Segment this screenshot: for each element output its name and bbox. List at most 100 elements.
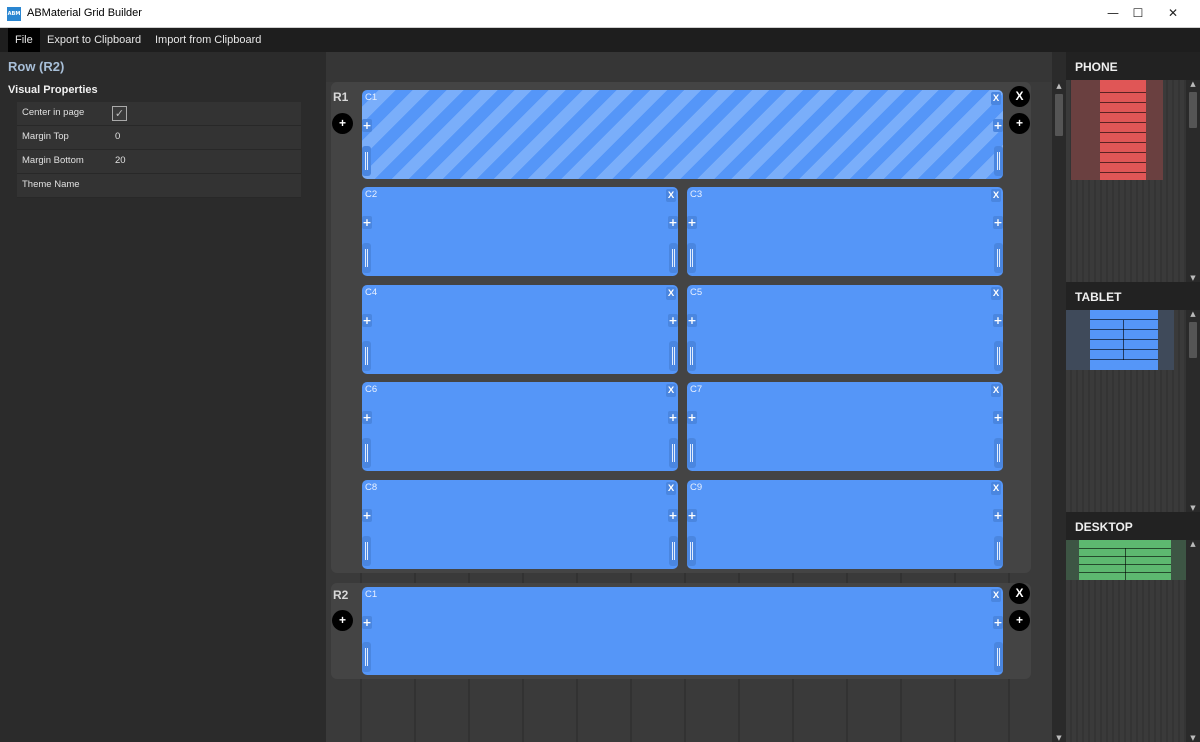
resize-handle-left[interactable]	[687, 341, 696, 371]
remove-column-button[interactable]: X	[991, 189, 1001, 202]
resize-handle-right[interactable]	[994, 536, 1003, 566]
add-right-button[interactable]: +	[993, 314, 1003, 327]
resize-handle-left[interactable]	[687, 243, 696, 273]
menu-import-clipboard[interactable]: Import from Clipboard	[148, 28, 268, 52]
phone-scrollbar[interactable]: ▲ ▼	[1186, 80, 1200, 282]
menu-export-clipboard[interactable]: Export to Clipboard	[40, 28, 148, 52]
center-in-page-checkbox[interactable]: ✓	[112, 106, 127, 121]
resize-handle-right[interactable]	[669, 536, 678, 566]
resize-handle-right[interactable]	[669, 341, 678, 371]
add-left-button[interactable]: +	[687, 411, 697, 424]
column-r1-c9[interactable]: C9 X + +	[687, 480, 1003, 569]
menu-file[interactable]: File	[8, 28, 40, 52]
phone-preview	[1066, 80, 1186, 282]
column-label: C3	[690, 189, 703, 200]
column-r1-c4[interactable]: C4 X + +	[362, 285, 678, 374]
resize-handle-right[interactable]	[994, 243, 1003, 273]
column-r2-c1[interactable]: C1 X + +	[362, 587, 1003, 675]
scroll-down-icon[interactable]: ▼	[1186, 504, 1200, 512]
add-right-button[interactable]: +	[668, 509, 678, 522]
column-r1-c5[interactable]: C5 X + +	[687, 285, 1003, 374]
resize-handle-left[interactable]	[687, 536, 696, 566]
add-left-button[interactable]: +	[362, 119, 372, 132]
add-left-button[interactable]: +	[687, 216, 697, 229]
remove-column-button[interactable]: X	[666, 189, 676, 202]
add-right-button[interactable]: +	[668, 314, 678, 327]
add-left-button[interactable]: +	[362, 314, 372, 327]
resize-handle-left[interactable]	[362, 438, 371, 468]
scroll-thumb[interactable]	[1189, 92, 1197, 128]
desktop-preview-grid	[1079, 540, 1171, 580]
resize-handle-left[interactable]	[687, 438, 696, 468]
remove-column-button[interactable]: X	[666, 482, 676, 495]
resize-handle-left[interactable]	[362, 341, 371, 371]
add-right-button[interactable]: +	[668, 411, 678, 424]
add-left-button[interactable]: +	[362, 509, 372, 522]
resize-handle-right[interactable]	[994, 438, 1003, 468]
add-row-button[interactable]: +	[1009, 113, 1030, 134]
add-right-button[interactable]: +	[668, 216, 678, 229]
column-r1-c7[interactable]: C7 X + +	[687, 382, 1003, 471]
add-right-button[interactable]: +	[993, 216, 1003, 229]
add-left-button[interactable]: +	[362, 411, 372, 424]
resize-handle-left[interactable]	[362, 243, 371, 273]
resize-handle-right[interactable]	[994, 341, 1003, 371]
column-r1-c6[interactable]: C6 X + +	[362, 382, 678, 471]
scroll-down-icon[interactable]: ▼	[1186, 734, 1200, 742]
phone-header: PHONE	[1066, 52, 1200, 80]
margin-top-field[interactable]: 0	[115, 131, 120, 142]
add-column-button[interactable]: +	[332, 610, 353, 631]
margin-bottom-field[interactable]: 20	[115, 155, 126, 166]
scroll-thumb[interactable]	[1189, 322, 1197, 358]
remove-row-button[interactable]: X	[1009, 86, 1030, 107]
scroll-thumb[interactable]	[1055, 94, 1063, 136]
scroll-up-icon[interactable]: ▲	[1186, 310, 1200, 318]
resize-handle-left[interactable]	[362, 536, 371, 566]
property-margin-top: Margin Top 0	[17, 126, 301, 150]
resize-handle-right[interactable]	[994, 642, 1003, 672]
add-right-button[interactable]: +	[993, 119, 1003, 132]
scroll-down-icon[interactable]: ▼	[1186, 274, 1200, 282]
remove-row-button[interactable]: X	[1009, 583, 1030, 604]
resize-handle-right[interactable]	[669, 243, 678, 273]
column-r1-c2[interactable]: C2 X + +	[362, 187, 678, 276]
remove-column-button[interactable]: X	[666, 384, 676, 397]
remove-column-button[interactable]: X	[991, 384, 1001, 397]
add-right-button[interactable]: +	[993, 411, 1003, 424]
resize-handle-right[interactable]	[669, 438, 678, 468]
remove-column-button[interactable]: X	[991, 482, 1001, 495]
column-label: C5	[690, 287, 703, 298]
desktop-label: DESKTOP	[1075, 520, 1133, 534]
column-label: C7	[690, 384, 703, 395]
desktop-scrollbar[interactable]: ▲ ▼	[1186, 540, 1200, 742]
resize-handle-left[interactable]	[362, 642, 371, 672]
add-left-button[interactable]: +	[362, 216, 372, 229]
add-column-button[interactable]: +	[332, 113, 353, 134]
property-label: Center in page	[22, 107, 85, 118]
remove-column-button[interactable]: X	[666, 287, 676, 300]
canvas-scrollbar[interactable]: ▲ ▼	[1052, 82, 1066, 742]
column-r1-c8[interactable]: C8 X + +	[362, 480, 678, 569]
scroll-up-icon[interactable]: ▲	[1186, 80, 1200, 88]
add-left-button[interactable]: +	[362, 616, 372, 629]
title-bar: ABM ABMaterial Grid Builder — ☐ ✕	[0, 0, 1200, 28]
remove-column-button[interactable]: X	[991, 92, 1001, 105]
add-left-button[interactable]: +	[687, 314, 697, 327]
add-right-button[interactable]: +	[993, 616, 1003, 629]
tablet-scrollbar[interactable]: ▲ ▼	[1186, 310, 1200, 512]
column-r1-c1[interactable]: C1 X + +	[362, 90, 1003, 179]
scroll-up-icon[interactable]: ▲	[1052, 82, 1066, 90]
property-label: Margin Bottom	[22, 155, 84, 166]
scroll-up-icon[interactable]: ▲	[1186, 540, 1200, 548]
column-r1-c3[interactable]: C3 X + +	[687, 187, 1003, 276]
resize-handle-left[interactable]	[362, 146, 371, 176]
close-window-button[interactable]: ✕	[1150, 0, 1196, 27]
remove-column-button[interactable]: X	[991, 287, 1001, 300]
properties-panel: Row (R2) Visual Properties Center in pag…	[0, 52, 326, 742]
resize-handle-right[interactable]	[994, 146, 1003, 176]
scroll-down-icon[interactable]: ▼	[1052, 734, 1066, 742]
add-row-button[interactable]: +	[1009, 610, 1030, 631]
add-right-button[interactable]: +	[993, 509, 1003, 522]
add-left-button[interactable]: +	[687, 509, 697, 522]
remove-column-button[interactable]: X	[991, 589, 1001, 602]
